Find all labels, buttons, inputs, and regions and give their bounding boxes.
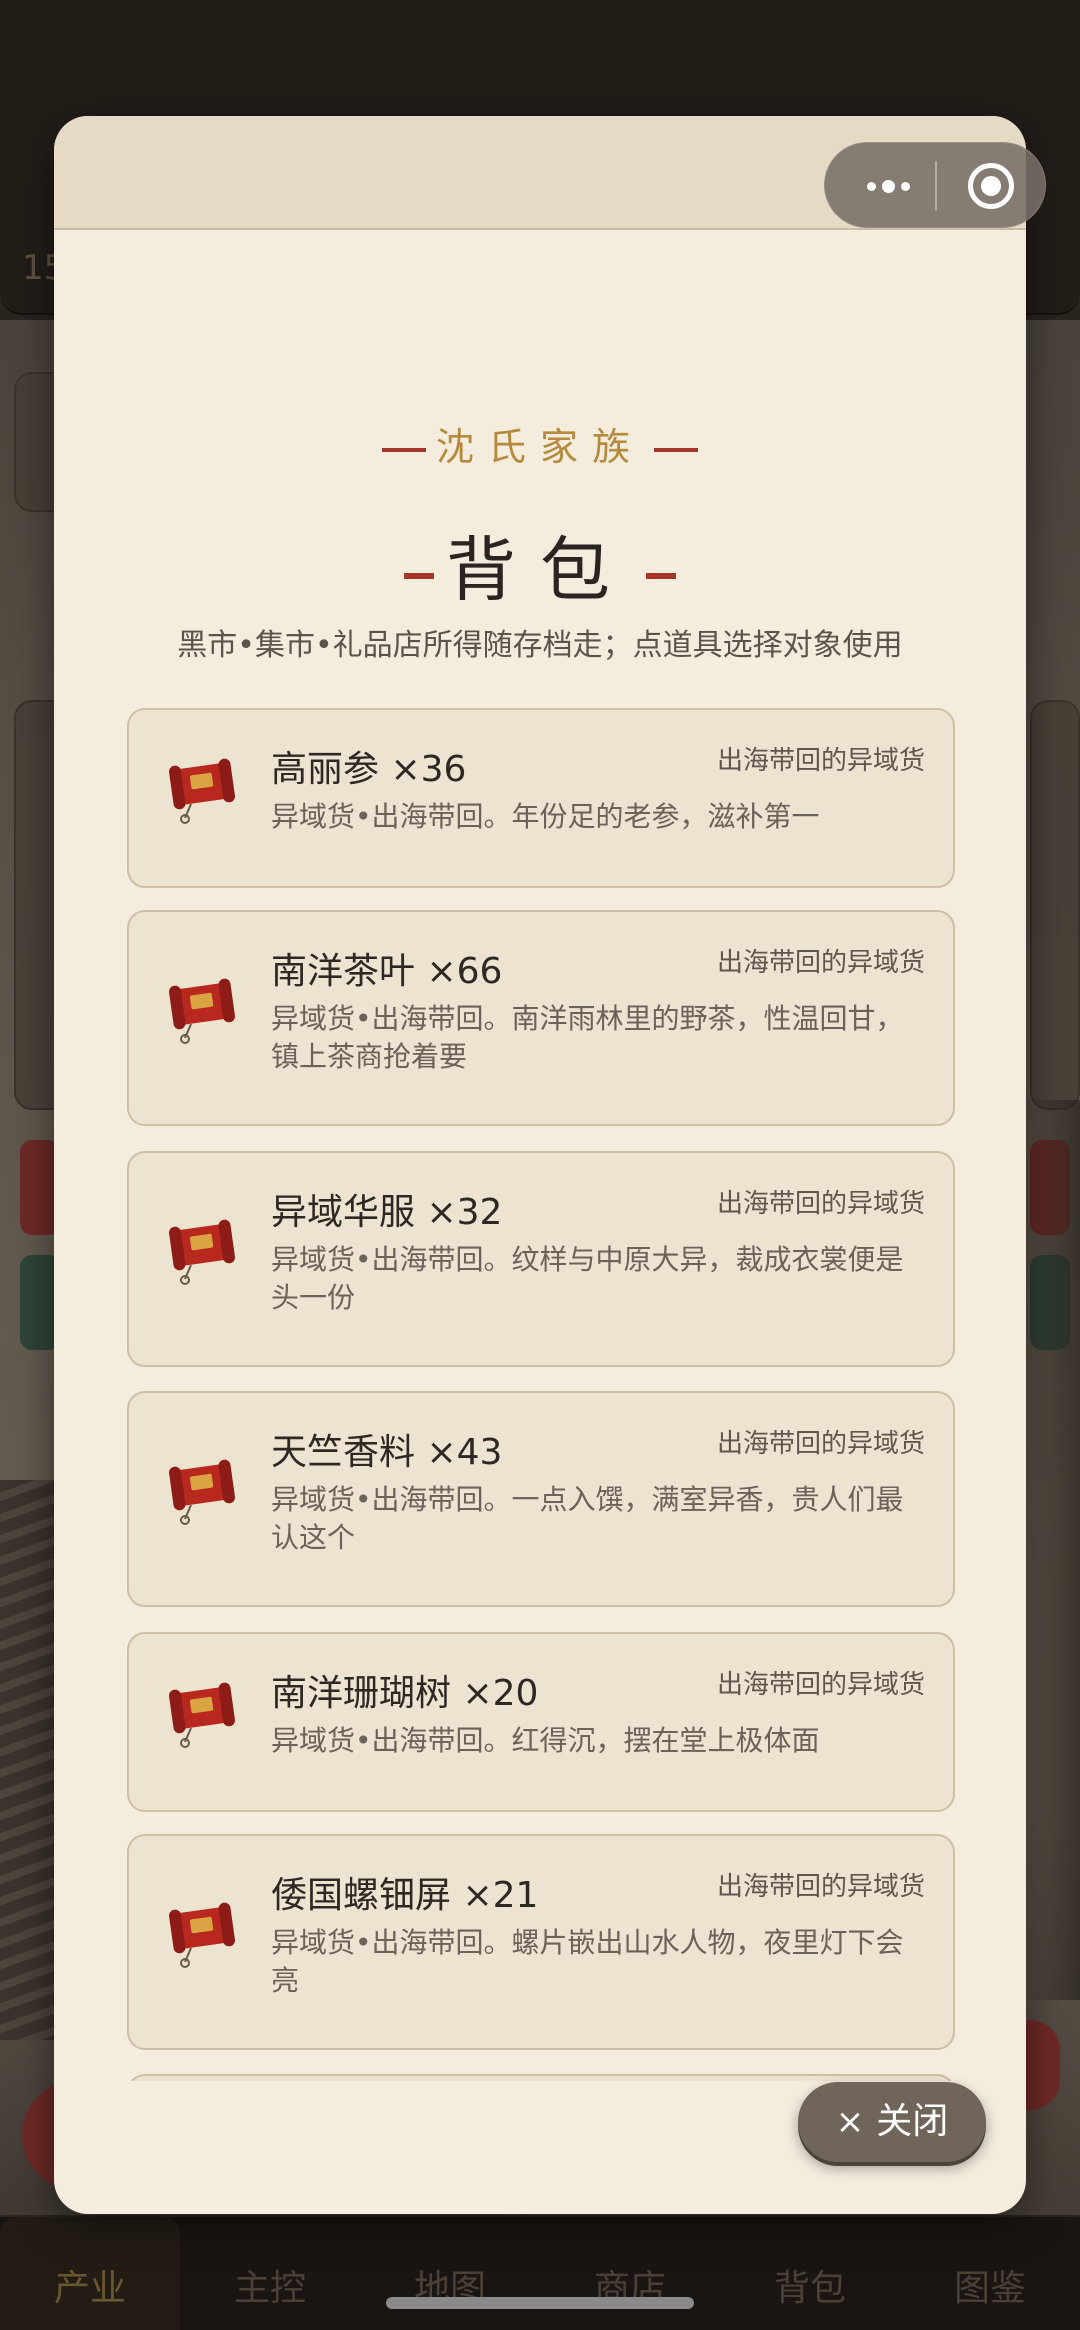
more-menu-icon[interactable] bbox=[853, 169, 923, 203]
decor-dash bbox=[381, 447, 426, 452]
background-card bbox=[1030, 700, 1080, 1110]
backpack-item[interactable]: 天竺香料 ×43 出海带回的异域货 异域货•出海带回。一点入馔，满室异香，贵人们… bbox=[127, 1391, 955, 1607]
item-name: 南洋茶叶 ×66 bbox=[271, 951, 503, 992]
backpack-item[interactable]: 高丽参 ×36 出海带回的异域货 异域货•出海带回。年份足的老参，滋补第一 bbox=[127, 708, 955, 888]
item-origin-tag: 出海带回的异域货 bbox=[716, 1872, 925, 1902]
tab-industry[interactable]: 产业 bbox=[0, 2217, 180, 2330]
clan-title: 沈氏家族 bbox=[54, 416, 1026, 471]
tab-map[interactable]: 地图 bbox=[360, 2217, 540, 2330]
home-indicator bbox=[386, 2297, 694, 2309]
decor-dash bbox=[646, 573, 676, 579]
decor-dash bbox=[404, 573, 434, 579]
item-description: 异域货•出海带回。一点入馔，满室异香，贵人们最认这个 bbox=[271, 1483, 904, 1554]
close-miniprogram-icon[interactable] bbox=[968, 163, 1014, 209]
backpack-item[interactable]: 南洋茶叶 ×66 出海带回的异域货 异域货•出海带回。南洋雨林里的野茶，性温回甘… bbox=[127, 910, 955, 1126]
backpack-item[interactable]: 倭国螺钿屏 ×21 出海带回的异域货 异域货•出海带回。螺片嵌出山水人物，夜里灯… bbox=[127, 1834, 955, 2050]
item-description: 异域货•出海带回。螺片嵌出山水人物，夜里灯下会亮 bbox=[271, 1926, 904, 1997]
item-origin-tag: 出海带回的异域货 bbox=[716, 746, 925, 776]
close-icon: × bbox=[835, 2102, 865, 2142]
backpack-modal: 沈氏家族 背包 黑市•集市•礼品店所得随存档走；点道具选择对象使用 高丽参 ×3… bbox=[54, 116, 1026, 2214]
item-origin-tag: 出海带回的异域货 bbox=[716, 1670, 925, 1700]
item-name: 天竺香料 ×43 bbox=[271, 1432, 503, 1473]
close-label: 关闭 bbox=[876, 2101, 949, 2142]
clan-name: 沈氏家族 bbox=[435, 425, 644, 469]
scroll-icon bbox=[165, 752, 239, 826]
scroll-icon bbox=[165, 1453, 239, 1527]
item-name: 南洋珊瑚树 ×20 bbox=[271, 1673, 539, 1714]
close-button[interactable]: × 关闭 bbox=[798, 2082, 986, 2162]
item-name: 异域华服 ×32 bbox=[271, 1192, 503, 1233]
item-origin-tag: 出海带回的异域货 bbox=[716, 1429, 925, 1459]
tab-control[interactable]: 主控 bbox=[180, 2217, 360, 2330]
scroll-icon bbox=[165, 1896, 239, 1970]
decor-dash bbox=[654, 447, 698, 452]
tab-shop[interactable]: 商店 bbox=[540, 2217, 720, 2330]
scroll-icon bbox=[165, 972, 239, 1046]
item-description: 异域货•出海带回。年份足的老参，滋补第一 bbox=[271, 800, 820, 833]
item-list[interactable]: 高丽参 ×36 出海带回的异域货 异域货•出海带回。年份足的老参，滋补第一 南洋… bbox=[127, 588, 955, 2081]
item-description: 异域货•出海带回。红得沉，摆在堂上极体面 bbox=[271, 1724, 820, 1757]
item-description: 异域货•出海带回。纹样与中原大异，裁成衣裳便是头一份 bbox=[271, 1243, 904, 1314]
tab-codex[interactable]: 图鉴 bbox=[900, 2217, 1080, 2330]
backpack-item[interactable]: 大食琉璃瓶 ×20 出海带回的异域货 异域货•出海带回。薄如纸、透如冰，中原烧不… bbox=[127, 2074, 955, 2081]
bottom-tab-bar: 产业 主控 地图 商店 背包 图鉴 bbox=[0, 2215, 1080, 2330]
backpack-item[interactable]: 异域华服 ×32 出海带回的异域货 异域货•出海带回。纹样与中原大异，裁成衣裳便… bbox=[127, 1151, 955, 1367]
scroll-icon bbox=[165, 1213, 239, 1287]
capsule-divider bbox=[935, 161, 937, 211]
item-origin-tag: 出海带回的异域货 bbox=[716, 1189, 925, 1219]
backpack-item[interactable]: 南洋珊瑚树 ×20 出海带回的异域货 异域货•出海带回。红得沉，摆在堂上极体面 bbox=[127, 1632, 955, 1812]
item-origin-tag: 出海带回的异域货 bbox=[716, 948, 925, 978]
item-name: 倭国螺钿屏 ×21 bbox=[271, 1875, 539, 1916]
miniprogram-capsule bbox=[824, 142, 1046, 228]
tab-backpack[interactable]: 背包 bbox=[720, 2217, 900, 2330]
item-name: 高丽参 ×36 bbox=[271, 749, 467, 790]
scroll-icon bbox=[165, 1676, 239, 1750]
item-description: 异域货•出海带回。南洋雨林里的野茶，性温回甘，镇上茶商抢着要 bbox=[271, 1002, 904, 1073]
background-tree bbox=[1020, 1100, 1080, 2000]
